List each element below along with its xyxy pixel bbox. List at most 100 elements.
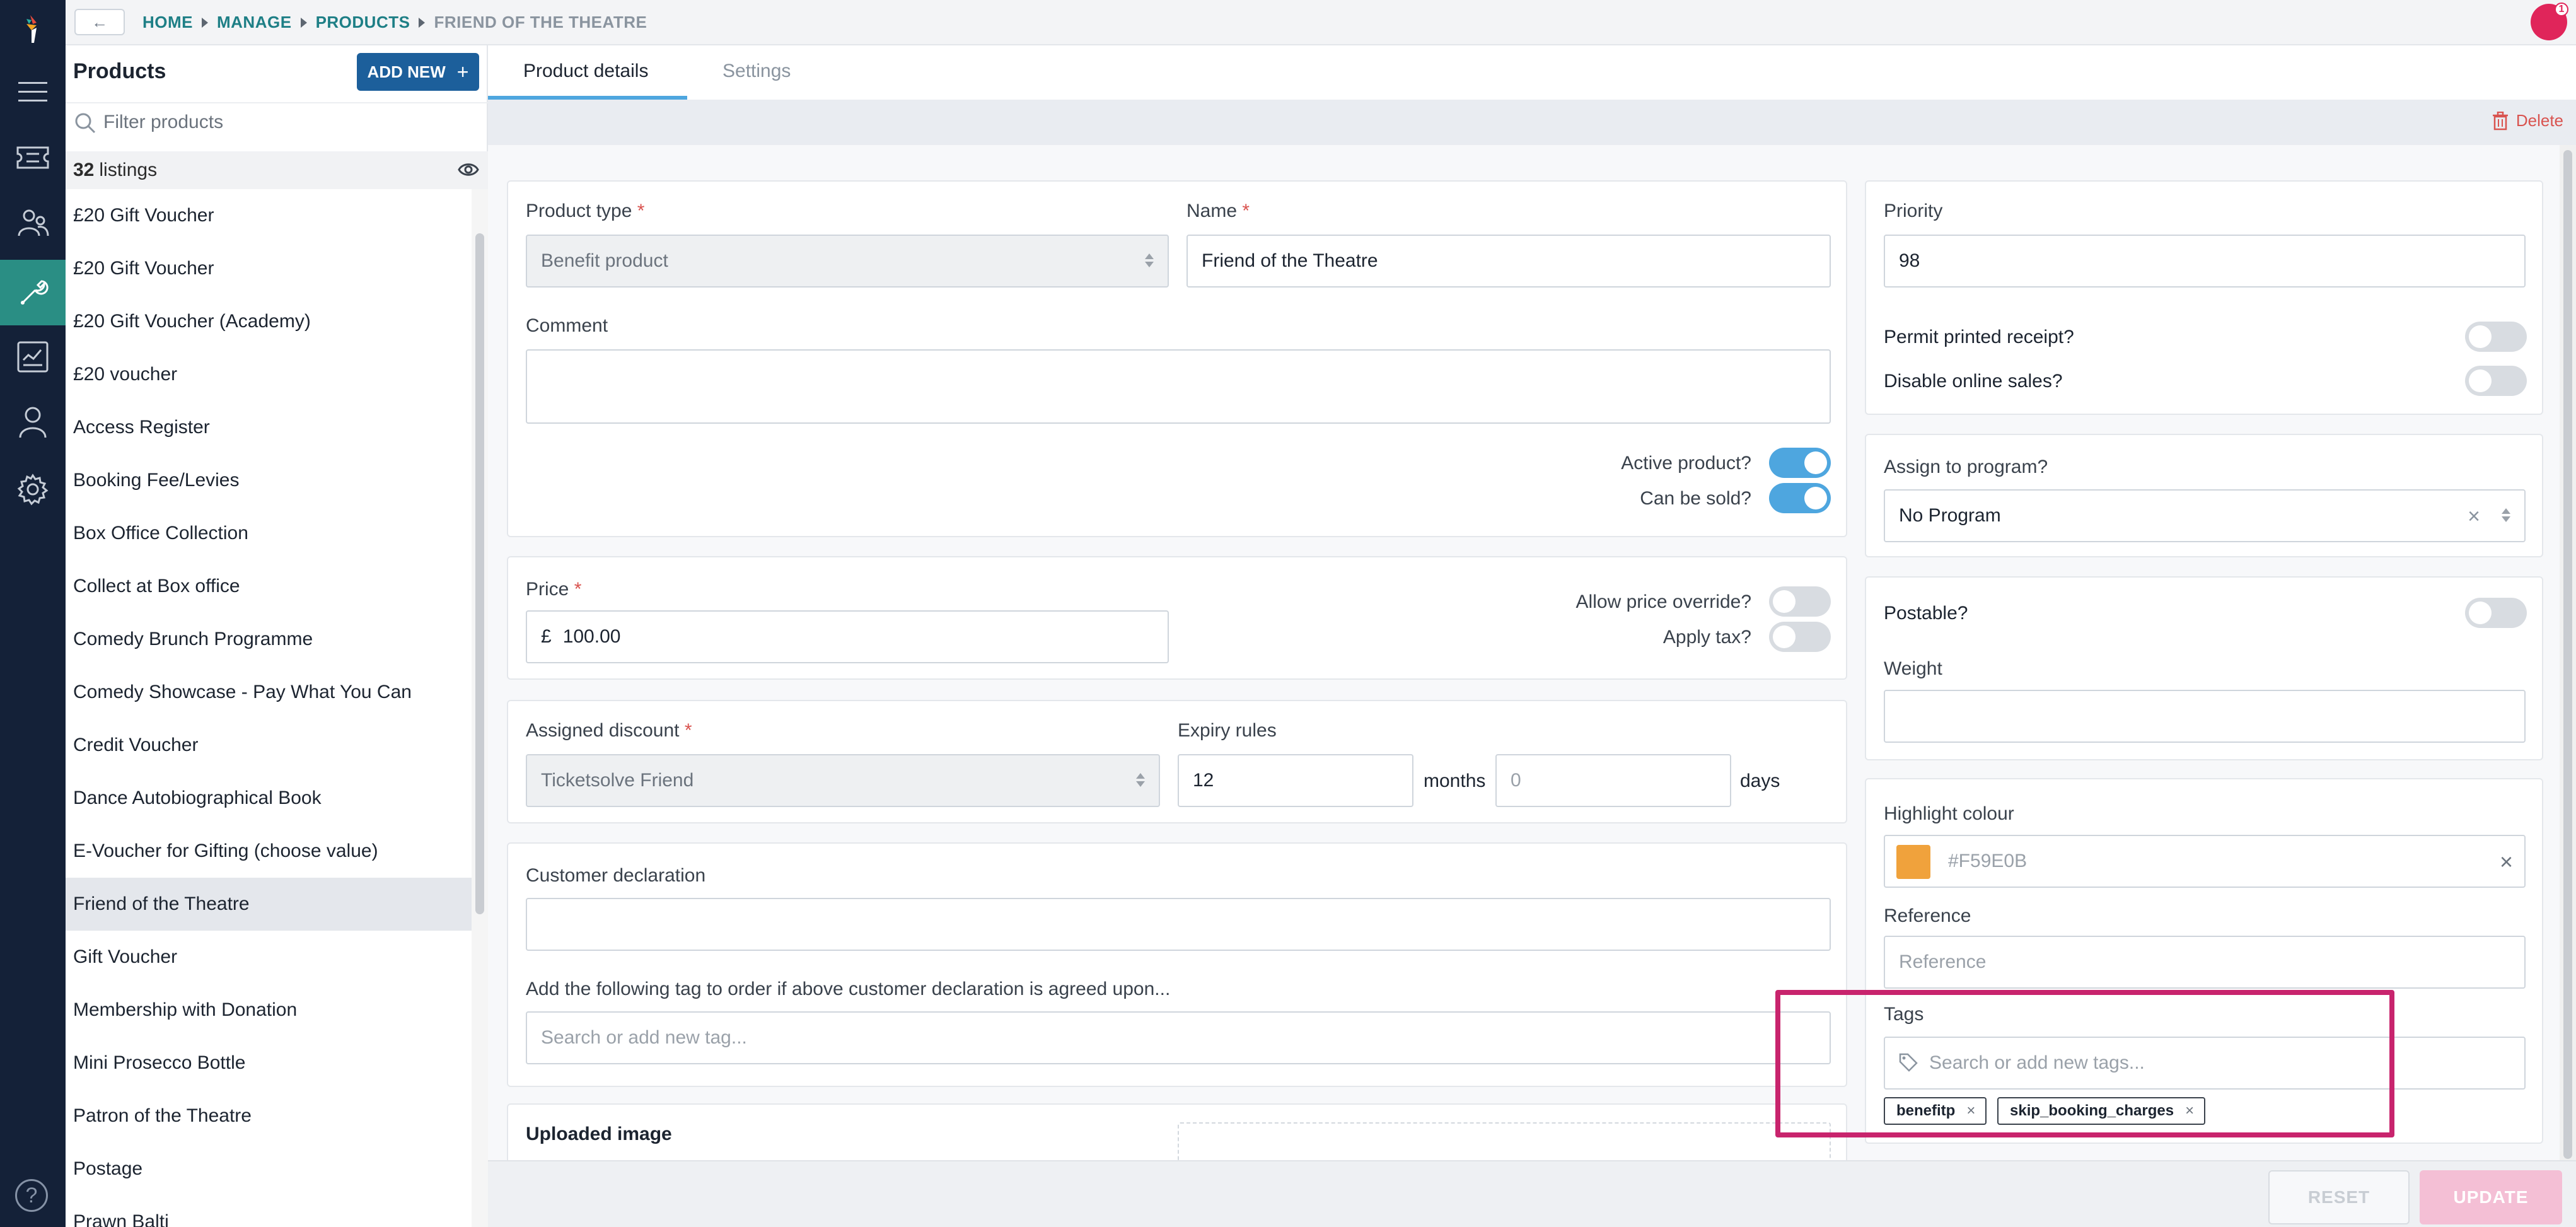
product-list-item[interactable]: Access Register — [66, 401, 472, 454]
product-list-item[interactable]: Gift Voucher — [66, 931, 472, 984]
users-icon[interactable] — [0, 190, 66, 256]
main-scrollbar[interactable] — [2560, 145, 2576, 1160]
comment-label: Comment — [526, 315, 608, 336]
price-input[interactable]: £ 100.00 — [526, 610, 1169, 663]
delete-button[interactable]: Delete — [2492, 111, 2563, 131]
declaration-tag-input[interactable]: Search or add new tag... — [526, 1011, 1831, 1064]
disable-online-label: Disable online sales? — [1884, 371, 2063, 392]
allow-override-label: Allow price override? — [1575, 591, 1751, 612]
product-list-item[interactable]: Box Office Collection — [66, 507, 472, 560]
product-list-item[interactable]: Membership with Donation — [66, 984, 472, 1037]
can-be-sold-label: Can be sold? — [1640, 488, 1751, 509]
clear-colour-icon[interactable]: × — [2500, 849, 2513, 875]
menu-icon[interactable] — [0, 59, 66, 125]
product-list-item[interactable]: Postage — [66, 1143, 472, 1195]
declaration-card: Customer declaration Add the following t… — [507, 842, 1847, 1087]
tools-icon[interactable] — [0, 260, 66, 325]
product-list-title: Products — [73, 59, 166, 83]
program-select[interactable]: No Program × — [1884, 489, 2526, 542]
postable-toggle[interactable] — [2465, 598, 2527, 628]
reference-label: Reference — [1884, 905, 1971, 926]
breadcrumb-current: FRIEND OF THE THEATRE — [434, 13, 647, 32]
settings-icon[interactable] — [0, 456, 66, 522]
currency-symbol: £ — [541, 626, 552, 647]
left-rail: ? — [0, 0, 66, 1227]
price-value: 100.00 — [562, 626, 621, 647]
uploaded-image-label: Uploaded image — [526, 1124, 672, 1144]
tickets-icon[interactable] — [0, 125, 66, 190]
clear-icon[interactable]: × — [2468, 504, 2480, 529]
weight-label: Weight — [1884, 658, 1942, 679]
update-button[interactable]: UPDATE — [2420, 1170, 2562, 1224]
action-bar: Delete — [488, 100, 2576, 145]
product-type-select[interactable]: Benefit product — [526, 235, 1169, 288]
filter-bar — [66, 102, 488, 140]
product-list-item[interactable]: Mini Prosecco Bottle — [66, 1037, 472, 1090]
annotation-highlight — [1775, 990, 2394, 1137]
product-list-item[interactable]: £20 voucher — [66, 348, 472, 401]
active-product-label: Active product? — [1621, 453, 1751, 474]
app-logo[interactable] — [15, 11, 50, 47]
product-list-item[interactable]: Prawn Balti — [66, 1195, 472, 1227]
select-arrows-icon — [2502, 508, 2510, 522]
product-list-item[interactable]: Dance Autobiographical Book — [66, 772, 472, 825]
product-list-item[interactable]: E-Voucher for Gifting (choose value) — [66, 825, 472, 878]
can-be-sold-toggle[interactable] — [1769, 483, 1831, 513]
allow-override-toggle[interactable] — [1769, 586, 1831, 617]
help-icon[interactable]: ? — [15, 1179, 48, 1212]
apply-tax-toggle[interactable] — [1769, 622, 1831, 652]
eye-icon[interactable] — [458, 161, 479, 183]
product-list-panel: Products ADD NEW + 32 listings £20 Gift … — [66, 45, 488, 1227]
tab-settings[interactable]: Settings — [722, 61, 791, 82]
product-list-item[interactable]: Booking Fee/Levies — [66, 454, 472, 507]
active-product-toggle[interactable] — [1769, 448, 1831, 478]
details-card: Product type * Benefit product Name * Fr… — [507, 180, 1847, 537]
breadcrumb-manage[interactable]: MANAGE — [217, 13, 292, 32]
weight-input[interactable] — [1884, 690, 2526, 743]
name-input[interactable]: Friend of the Theatre — [1186, 235, 1831, 288]
reports-icon[interactable] — [0, 324, 66, 390]
add-new-button[interactable]: ADD NEW + — [357, 53, 479, 91]
product-list-item[interactable]: Friend of the Theatre — [66, 878, 472, 931]
discount-card: Assigned discount * Ticketsolve Friend E… — [507, 700, 1847, 823]
product-items: £20 Gift Voucher £20 Gift Voucher £20 Gift… — [66, 189, 472, 1227]
customer-declaration-input[interactable] — [526, 898, 1831, 951]
select-arrows-icon — [1145, 253, 1154, 267]
person-icon[interactable] — [0, 390, 66, 455]
priority-card: Priority 98 Permit printed receipt? Disa… — [1865, 180, 2543, 415]
disable-online-toggle[interactable] — [2465, 366, 2527, 396]
priority-input[interactable]: 98 — [1884, 235, 2526, 288]
product-list-item[interactable]: Comedy Showcase - Pay What You Can — [66, 666, 472, 719]
product-list-item[interactable]: £20 Gift Voucher — [66, 189, 472, 242]
expiry-days-input[interactable]: 0 — [1495, 754, 1731, 807]
listings-count: 32 — [73, 160, 95, 180]
tab-product-details[interactable]: Product details — [523, 61, 648, 82]
delete-label: Delete — [2515, 111, 2563, 130]
product-list-item[interactable]: £20 Gift Voucher — [66, 242, 472, 295]
back-button[interactable]: ← — [74, 9, 125, 35]
program-card: Assign to program? No Program × — [1865, 434, 2543, 557]
breadcrumb-home[interactable]: HOME — [142, 13, 193, 32]
reference-input[interactable]: Reference — [1884, 936, 2526, 989]
product-list-item[interactable]: Credit Voucher — [66, 719, 472, 772]
breadcrumb-separator-icon — [202, 17, 208, 28]
footer-bar: RESET UPDATE — [488, 1160, 2576, 1227]
filter-products-input[interactable] — [103, 108, 475, 136]
highlight-colour-input[interactable]: #F59E0B × — [1884, 835, 2526, 888]
product-list-item[interactable]: Comedy Brunch Programme — [66, 613, 472, 666]
product-list-item[interactable]: £20 Gift Voucher (Academy) — [66, 295, 472, 348]
reset-button[interactable]: RESET — [2268, 1170, 2410, 1224]
product-list-item[interactable]: Patron of the Theatre — [66, 1090, 472, 1143]
assigned-discount-select[interactable]: Ticketsolve Friend — [526, 754, 1160, 807]
comment-textarea[interactable] — [526, 349, 1831, 424]
postage-card: Postable? Weight — [1865, 576, 2543, 760]
expiry-months-input[interactable]: 12 — [1178, 754, 1413, 807]
product-list-scrollbar[interactable] — [472, 189, 488, 1227]
colour-swatch[interactable] — [1896, 845, 1930, 879]
product-list-item[interactable]: Collect at Box office — [66, 560, 472, 613]
breadcrumb-products[interactable]: PRODUCTS — [316, 13, 410, 32]
permit-receipt-toggle[interactable] — [2465, 322, 2527, 352]
top-bar: ← HOME MANAGE PRODUCTS FRIEND OF THE THE… — [66, 0, 2576, 45]
avatar[interactable]: 1 — [2531, 3, 2568, 40]
priority-label: Priority — [1884, 201, 1943, 221]
